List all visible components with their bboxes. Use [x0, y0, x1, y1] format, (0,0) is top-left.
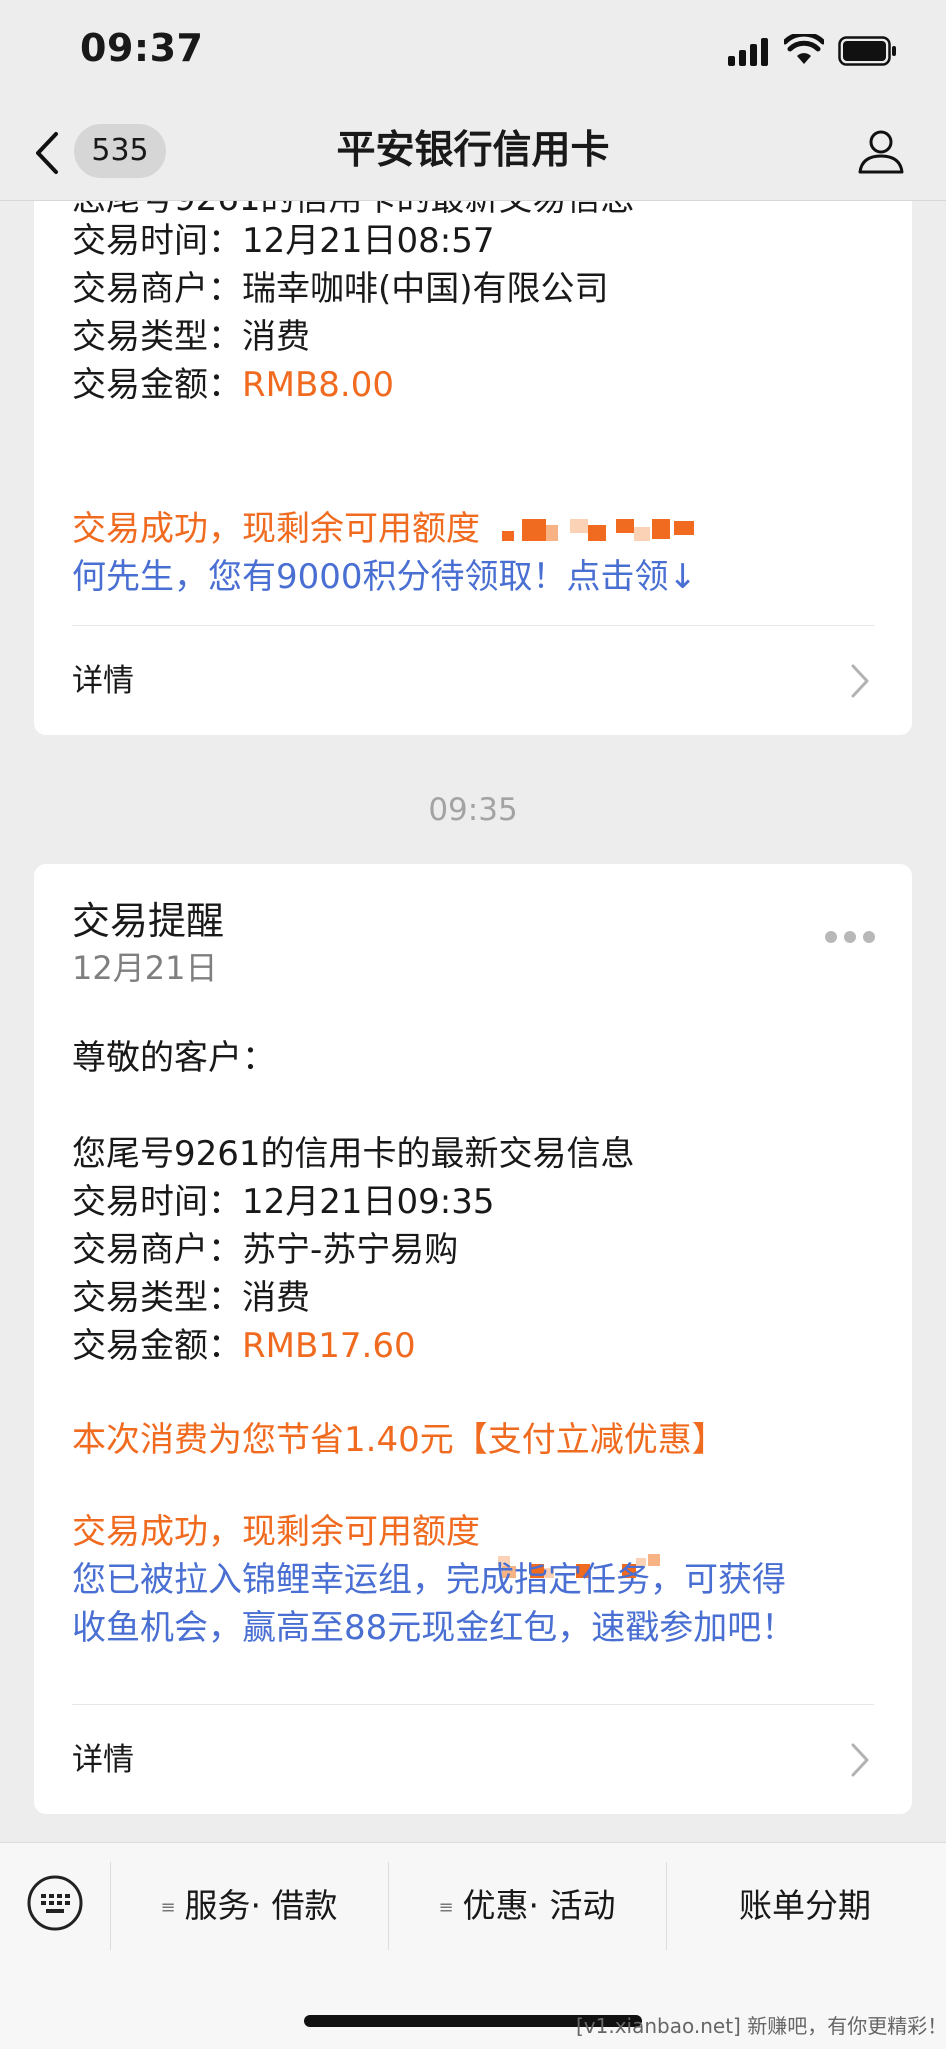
row-label: 交易金额：: [72, 1326, 242, 1366]
card2-success-text: 交易成功，现剩余可用额度: [72, 1512, 480, 1552]
profile-icon[interactable]: [856, 126, 906, 176]
row-value: 消费: [242, 317, 310, 357]
card1-type-row: 交易类型：消费: [72, 313, 310, 361]
chevron-right-icon: [851, 1743, 869, 1777]
card2-amount-row: 交易金额：RMB17.60: [72, 1322, 416, 1370]
menu-separator: [666, 1862, 667, 1950]
card1-amount-row: 交易金额：RMB8.00: [72, 361, 394, 409]
card2-divider: [72, 1704, 874, 1705]
menu-separator: [110, 1862, 111, 1950]
card2-time-row: 交易时间：12月21日09:35: [72, 1178, 495, 1226]
menu-offers-activity[interactable]: ≡ 优惠· 活动: [390, 1876, 664, 1936]
row-label: 交易金额：: [72, 365, 242, 405]
row-label: 交易商户：: [72, 269, 242, 309]
card2-merchant-row: 交易商户：苏宁-苏宁易购: [72, 1226, 458, 1274]
row-value: 12月21日08:57: [242, 221, 495, 261]
menu-service-loan[interactable]: ≡ 服务· 借款: [112, 1876, 386, 1936]
card2-greeting: 尊敬的客户：: [72, 1038, 276, 1078]
row-label: 交易时间：: [72, 221, 242, 261]
card1-divider: [72, 625, 874, 626]
row-value: 消费: [242, 1278, 310, 1318]
card1-merchant-row: 交易商户：瑞幸咖啡(中国)有限公司: [72, 265, 609, 313]
submenu-icon: ≡: [160, 1896, 175, 1918]
redacted-amount: [502, 519, 694, 541]
watermark-text: [v1.xianbao.net] 新赚吧，有你更精彩！: [576, 2014, 946, 2038]
row-label: 交易类型：: [72, 317, 242, 357]
card1-success-text: 交易成功，现剩余可用额度: [72, 509, 480, 549]
wifi-icon: [784, 34, 824, 64]
status-time: 09:37: [80, 26, 204, 70]
card1-time-row: 交易时间：12月21日08:57: [72, 217, 495, 265]
amount-value: RMB17.60: [242, 1326, 416, 1366]
more-options-icon[interactable]: [824, 930, 876, 944]
amount-value: RMB8.00: [242, 365, 394, 405]
message-timestamp: 09:35: [428, 792, 518, 828]
row-label: 交易商户：: [72, 1230, 242, 1270]
menu-label: 优惠· 活动: [462, 1886, 616, 1925]
card1-promo-link[interactable]: 何先生，您有9000积分待领取！点击领↓: [72, 553, 697, 601]
card2-intro: 您尾号9261的信用卡的最新交易信息: [72, 1134, 635, 1174]
row-value: 瑞幸咖啡(中国)有限公司: [242, 269, 609, 309]
card2-promo-line-2[interactable]: 收鱼机会，赢高至88元现金红包，速戳参加吧！: [72, 1604, 795, 1652]
cellular-signal-icon: [728, 38, 768, 66]
back-count-badge[interactable]: 535: [74, 124, 166, 178]
chevron-right-icon: [851, 664, 869, 698]
battery-icon: [838, 36, 896, 66]
card2-date: 12月21日: [72, 949, 218, 987]
card2-promo-line-1[interactable]: 您已被拉入锦鲤幸运组，完成指定任务，可获得: [72, 1556, 786, 1604]
back-chevron-icon[interactable]: [30, 130, 64, 176]
menu-bill-installment[interactable]: 账单分期: [668, 1876, 942, 1936]
card2-detail-link[interactable]: 详情: [72, 1738, 134, 1782]
card2-type-row: 交易类型：消费: [72, 1274, 310, 1322]
menu-separator: [388, 1862, 389, 1950]
card2-saving-text: 本次消费为您节省1.40元【支付立减优惠】: [72, 1420, 726, 1460]
menu-label: 服务· 借款: [184, 1886, 338, 1925]
message-card-1: 您尾号9261的信用卡的最新交易信息 交易时间：12月21日08:57 交易商户…: [34, 201, 912, 735]
submenu-icon: ≡: [438, 1896, 453, 1918]
row-label: 交易时间：: [72, 1182, 242, 1222]
card1-detail-link[interactable]: 详情: [72, 659, 134, 703]
row-value: 12月21日09:35: [242, 1182, 495, 1222]
row-label: 交易类型：: [72, 1278, 242, 1318]
row-value: 苏宁-苏宁易购: [242, 1230, 459, 1270]
keyboard-toggle-icon[interactable]: [26, 1874, 84, 1932]
message-card-2: 交易提醒 12月21日 尊敬的客户： 您尾号9261的信用卡的最新交易信息 交易…: [34, 864, 912, 1814]
card2-title: 交易提醒: [72, 899, 225, 943]
